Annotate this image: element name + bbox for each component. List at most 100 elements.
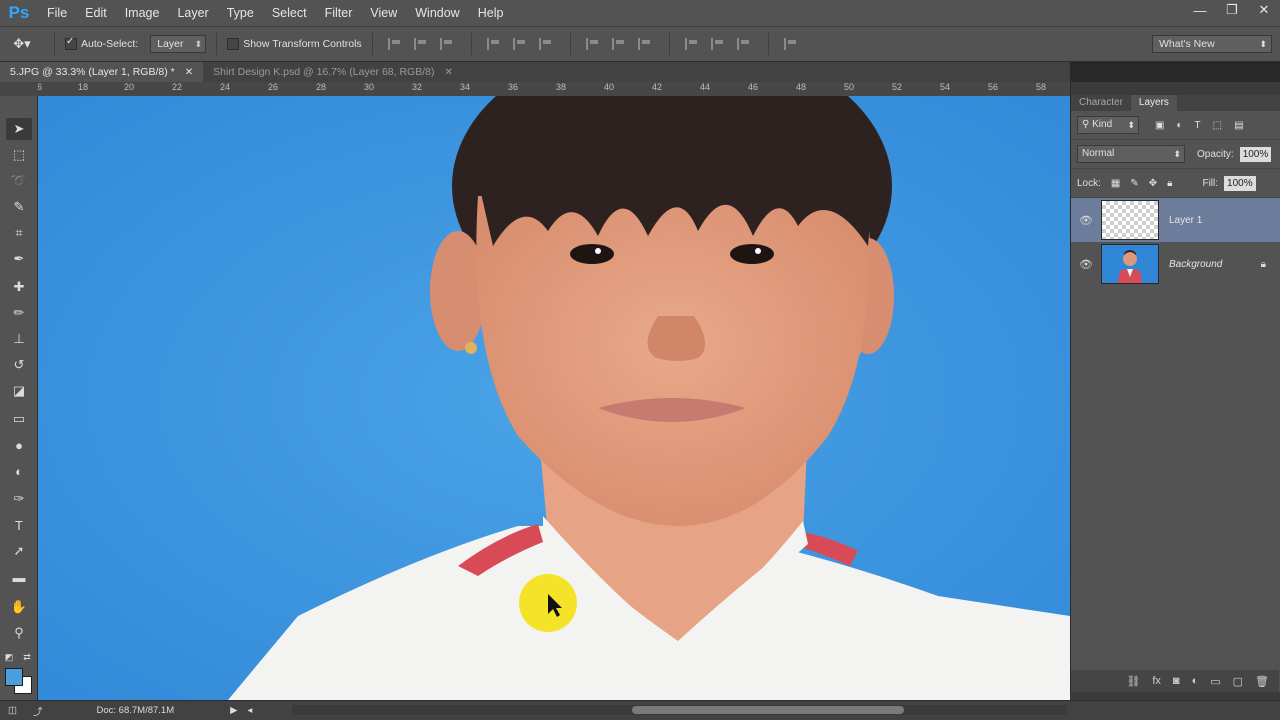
filter-kind-dropdown[interactable]: ⚲ Kind: [1077, 116, 1139, 134]
healing-brush-tool-icon[interactable]: ✚: [6, 276, 32, 298]
filter-shape-icon[interactable]: ⬚: [1213, 120, 1222, 131]
menu-window[interactable]: Window: [406, 0, 468, 26]
lock-all-icon[interactable]: 🔒︎: [1167, 178, 1172, 189]
menu-edit[interactable]: Edit: [76, 0, 116, 26]
scroll-left-icon[interactable]: ◂: [247, 705, 252, 716]
quick-selection-tool-icon[interactable]: ✎: [6, 196, 32, 218]
auto-select-target-dropdown[interactable]: Layer: [150, 35, 207, 53]
filter-smart-object-icon[interactable]: ▤: [1234, 120, 1243, 131]
lock-image-pixels-icon[interactable]: ✎: [1130, 178, 1138, 189]
new-group-icon[interactable]: ▭: [1210, 675, 1220, 688]
crop-tool-icon[interactable]: ⌗: [6, 222, 32, 244]
panel-header[interactable]: [1071, 82, 1280, 95]
menu-layer[interactable]: Layer: [168, 0, 217, 26]
brush-tool-icon[interactable]: ✏: [6, 302, 32, 324]
new-layer-icon[interactable]: ▢: [1233, 675, 1243, 688]
opacity-input[interactable]: 100%: [1239, 146, 1272, 162]
tab-layers[interactable]: Layers: [1130, 95, 1177, 111]
layer-name[interactable]: Background: [1169, 259, 1222, 270]
menu-image[interactable]: Image: [116, 0, 169, 26]
fill-input[interactable]: 100%: [1224, 175, 1256, 191]
path-selection-tool-icon[interactable]: ➚: [6, 540, 32, 562]
eyedropper-tool-icon[interactable]: ✒: [6, 248, 32, 270]
zoom-tool-icon[interactable]: ⚲: [6, 622, 32, 644]
restore-button[interactable]: ❐: [1216, 0, 1248, 20]
lock-transparent-pixels-icon[interactable]: ▦: [1111, 178, 1120, 189]
filter-pixel-icon[interactable]: ▣: [1155, 120, 1164, 131]
photoshop-logo: Ps: [8, 3, 30, 22]
distribute-horizontal-center-icon[interactable]: [710, 38, 727, 50]
marquee-tool-icon[interactable]: ⬚: [6, 144, 32, 166]
auto-select-checkbox[interactable]: [65, 36, 77, 50]
ruler-tick-label: 16: [38, 82, 42, 92]
menu-filter[interactable]: Filter: [316, 0, 362, 26]
dodge-tool-icon[interactable]: ◐: [6, 460, 32, 482]
screen-mode-icon[interactable]: ◫: [8, 705, 17, 716]
default-colors-icon[interactable]: ◩: [2, 646, 16, 668]
distribute-bottom-icon[interactable]: [637, 38, 654, 50]
menu-type[interactable]: Type: [218, 0, 263, 26]
document-tab[interactable]: 5.JPG @ 33.3% (Layer 1, RGB/8) * ✕: [0, 62, 204, 82]
clone-stamp-tool-icon[interactable]: ⊥: [6, 328, 32, 350]
blur-tool-icon[interactable]: ●: [6, 434, 32, 456]
swap-colors-icon[interactable]: ⇄: [20, 646, 34, 668]
distribute-top-icon[interactable]: [585, 38, 602, 50]
lasso-tool-icon[interactable]: ➰: [6, 170, 32, 192]
distribute-vertical-center-icon[interactable]: [611, 38, 628, 50]
share-icon[interactable]: ⤴: [33, 704, 43, 718]
menu-view[interactable]: View: [361, 0, 406, 26]
visibility-eye-icon[interactable]: 👁︎: [1071, 258, 1101, 271]
horizontal-ruler[interactable]: 16 18 20 22 24 26 28 30 32 34 36 38 40 4…: [38, 82, 1070, 97]
lock-position-icon[interactable]: ✥: [1149, 178, 1157, 189]
move-tool-preset-icon[interactable]: ✥▾: [0, 36, 44, 52]
align-right-icon[interactable]: [538, 38, 555, 50]
close-tab-icon[interactable]: ✕: [444, 67, 452, 78]
auto-align-layers-icon[interactable]: [783, 38, 800, 50]
scrollbar-thumb[interactable]: [632, 706, 904, 714]
filter-type-icon[interactable]: T: [1195, 120, 1201, 131]
horizontal-scrollbar[interactable]: [292, 705, 1067, 715]
rectangle-tool-icon[interactable]: ▬: [6, 566, 32, 588]
show-transform-controls-checkbox[interactable]: [227, 38, 240, 50]
minimize-button[interactable]: —: [1184, 0, 1216, 20]
type-tool-icon[interactable]: T: [6, 514, 32, 536]
layer-row[interactable]: 👁︎ Background 🔒︎: [1071, 242, 1280, 286]
filter-adjustment-icon[interactable]: ◐: [1176, 120, 1182, 131]
add-mask-icon[interactable]: ◙: [1173, 675, 1180, 687]
new-adjustment-layer-icon[interactable]: ◐: [1192, 675, 1199, 687]
distribute-right-icon[interactable]: [736, 38, 753, 50]
align-horizontal-center-icon[interactable]: [512, 38, 529, 50]
align-top-icon[interactable]: [387, 38, 404, 50]
document-canvas[interactable]: [38, 96, 1070, 700]
tab-character[interactable]: Character: [1071, 95, 1131, 111]
visibility-eye-icon[interactable]: 👁︎: [1071, 214, 1101, 227]
delete-layer-icon[interactable]: 🗑︎: [1255, 675, 1269, 688]
pen-tool-icon[interactable]: ✑: [6, 488, 32, 510]
status-menu-arrow-icon[interactable]: ▶: [230, 705, 237, 716]
blend-mode-dropdown[interactable]: Normal: [1077, 145, 1185, 163]
menu-help[interactable]: Help: [469, 0, 513, 26]
hand-tool-icon[interactable]: ✋: [6, 596, 32, 618]
align-left-icon[interactable]: [486, 38, 503, 50]
history-brush-tool-icon[interactable]: ↺: [6, 354, 32, 376]
gradient-tool-icon[interactable]: ▭: [6, 408, 32, 430]
align-vertical-center-icon[interactable]: [413, 38, 430, 50]
align-bottom-icon[interactable]: [439, 38, 456, 50]
layer-style-fx-icon[interactable]: fx: [1152, 675, 1161, 687]
ruler-tick-label: 36: [508, 82, 519, 92]
document-tab[interactable]: Shirt Design K.psd @ 16.7% (Layer 68, RG…: [203, 62, 463, 82]
link-layers-icon[interactable]: ⛓: [1126, 675, 1140, 688]
ruler-tick-label: 42: [652, 82, 663, 92]
distribute-left-icon[interactable]: [684, 38, 701, 50]
ruler-origin[interactable]: [0, 82, 38, 96]
foreground-color-swatch[interactable]: [5, 668, 23, 686]
eraser-tool-icon[interactable]: ◪: [6, 380, 32, 402]
menu-file[interactable]: File: [38, 0, 76, 26]
workspace-dropdown[interactable]: What's New: [1152, 35, 1272, 53]
move-tool-icon[interactable]: ➤: [6, 118, 32, 140]
menu-select[interactable]: Select: [263, 0, 316, 26]
close-tab-icon[interactable]: ✕: [185, 67, 193, 78]
layer-name[interactable]: Layer 1: [1169, 215, 1202, 226]
close-button[interactable]: ✕: [1248, 0, 1280, 20]
layer-row[interactable]: 👁︎ Layer 1: [1071, 198, 1280, 242]
